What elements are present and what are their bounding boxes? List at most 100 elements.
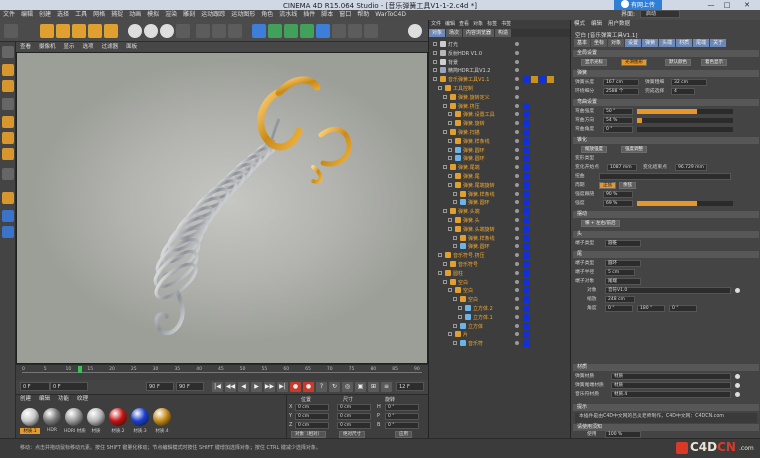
- object-name[interactable]: 音乐符号: [458, 261, 478, 268]
- transport-button[interactable]: ▣: [355, 382, 366, 392]
- expand-toggle-icon[interactable]: [448, 121, 452, 126]
- object-name[interactable]: 空白: [458, 279, 468, 286]
- material-tag-icon[interactable]: [523, 120, 530, 128]
- menu-item[interactable]: 帮助: [354, 10, 372, 20]
- timeline-ruler[interactable]: 0 5 10 15 20 25 30 35 40 45 50 55 60 65 70 75 80 85 90: [22, 367, 422, 373]
- section-global[interactable]: 全局设置: [573, 50, 759, 57]
- material-tag-icon[interactable]: [523, 217, 530, 224]
- visibility-dot-icon[interactable]: [515, 323, 519, 328]
- scale-tool-icon[interactable]: [72, 24, 86, 38]
- object-row[interactable]: 弹簧.头端: [429, 207, 571, 216]
- tweak-icon[interactable]: [2, 210, 14, 222]
- material-menu-item[interactable]: 创建: [16, 395, 35, 404]
- expand-toggle-icon[interactable]: [448, 288, 452, 293]
- material-tag-icon[interactable]: [523, 261, 530, 268]
- globe-icon[interactable]: [408, 24, 422, 38]
- visibility-dot-icon[interactable]: [515, 165, 519, 170]
- visibility-dot-icon[interactable]: [515, 50, 519, 55]
- render-view-icon[interactable]: [196, 24, 210, 38]
- menu-item[interactable]: 运动跟踪: [198, 10, 228, 20]
- snap-icon[interactable]: [2, 192, 14, 204]
- viewport-menu-item[interactable]: 过滤器: [98, 42, 123, 52]
- visibility-dot-icon[interactable]: [515, 253, 519, 258]
- object-row[interactable]: 圆柱: [429, 269, 571, 278]
- object-name[interactable]: 圆柱: [453, 270, 463, 277]
- taper-from-field[interactable]: 1087 mm: [607, 164, 637, 171]
- material-swatch[interactable]: 材质: [86, 408, 106, 434]
- size-mode-dropdown[interactable]: 绝对尺寸: [339, 431, 365, 438]
- end-frame-field-2[interactable]: 90 F: [176, 382, 204, 391]
- object-name[interactable]: 弹簧.圆环: [468, 199, 490, 206]
- viewport-menu-item[interactable]: 选项: [79, 42, 98, 52]
- visibility-dot-icon[interactable]: [515, 244, 519, 249]
- bend-strength-slider[interactable]: [637, 109, 733, 114]
- angle-b-field[interactable]: 0 °: [669, 305, 697, 312]
- menu-item[interactable]: 窗口: [336, 10, 354, 20]
- object-name[interactable]: 弹簧.设置工具: [463, 111, 495, 118]
- transport-button[interactable]: ◎: [342, 382, 353, 392]
- visibility-dot-icon[interactable]: [515, 209, 519, 214]
- material-tag-icon[interactable]: [523, 243, 530, 251]
- object-name[interactable]: 片: [463, 331, 468, 338]
- object-row[interactable]: 音乐符号.挤压: [429, 251, 571, 260]
- array-icon[interactable]: [300, 24, 314, 38]
- visibility-dot-icon[interactable]: [515, 288, 519, 293]
- object-name[interactable]: 弹簧.圆环: [463, 147, 485, 154]
- make-editable-icon[interactable]: [2, 46, 14, 58]
- visibility-dot-icon[interactable]: [515, 94, 519, 99]
- bend-direction-slider[interactable]: [637, 118, 733, 123]
- object-name[interactable]: 灯光: [448, 41, 458, 48]
- expand-toggle-icon[interactable]: [438, 270, 442, 275]
- position-field[interactable]: 0 cm: [295, 422, 329, 429]
- visibility-dot-icon[interactable]: [515, 59, 519, 64]
- x-axis-icon[interactable]: [128, 24, 142, 38]
- spring-length-field[interactable]: 167 cm: [603, 79, 639, 86]
- expand-toggle-icon[interactable]: [448, 332, 452, 337]
- menu-item[interactable]: 雕刻: [180, 10, 198, 20]
- expand-toggle-icon[interactable]: [448, 218, 452, 222]
- section-wobble[interactable]: 摆动: [573, 211, 759, 218]
- expand-toggle-icon[interactable]: [453, 191, 457, 196]
- move-tool-icon[interactable]: [56, 24, 70, 38]
- expand-toggle-icon[interactable]: [448, 147, 452, 152]
- object-name[interactable]: 反射HDR V1.0: [448, 50, 482, 57]
- visibility-dot-icon[interactable]: [515, 77, 519, 82]
- material-link-field[interactable]: 材质: [611, 382, 731, 389]
- transport-button[interactable]: ▶▶: [264, 382, 275, 392]
- object-name[interactable]: 空白: [463, 287, 473, 294]
- material-tag-icon[interactable]: [523, 322, 530, 330]
- expand-toggle-icon[interactable]: [443, 279, 447, 284]
- spline-pen-icon[interactable]: [268, 24, 282, 38]
- layout-dropdown[interactable]: 启动: [639, 10, 680, 18]
- menu-item[interactable]: 模拟: [144, 10, 162, 20]
- bend-angle-field[interactable]: 0 °: [603, 126, 633, 133]
- layout-selector[interactable]: 界面: 启动: [618, 10, 680, 20]
- object-tab[interactable]: 构造: [495, 29, 512, 37]
- object-row[interactable]: 弹簧.设置工具: [429, 110, 571, 119]
- expand-toggle-icon[interactable]: [443, 103, 447, 108]
- menu-item[interactable]: 角色: [258, 10, 276, 20]
- transport-button[interactable]: ◀◀: [225, 382, 236, 392]
- points-mode-icon[interactable]: [2, 116, 14, 128]
- material-tag-icon[interactable]: [523, 111, 530, 119]
- rotation-field[interactable]: 0 °: [385, 422, 419, 429]
- object-row[interactable]: 立方体.2: [429, 304, 571, 313]
- object-name[interactable]: 音乐符号.挤压: [453, 252, 485, 259]
- object-tab[interactable]: 对象: [429, 29, 446, 37]
- expand-toggle-icon[interactable]: [433, 68, 437, 73]
- material-tag-icon[interactable]: [523, 208, 530, 216]
- link-picker-icon[interactable]: [735, 288, 740, 293]
- material-tag-icon[interactable]: [523, 173, 530, 180]
- visibility-dot-icon[interactable]: [515, 226, 519, 231]
- undo-icon[interactable]: [4, 24, 18, 38]
- section-usage[interactable]: 请使用须知: [573, 424, 759, 431]
- visibility-dot-icon[interactable]: [515, 147, 519, 152]
- object-name[interactable]: 弹簧.圆环: [463, 155, 485, 162]
- material-link-field[interactable]: 材质: [611, 373, 731, 380]
- deformer-icon[interactable]: [316, 24, 330, 38]
- z-axis-icon[interactable]: [160, 24, 174, 38]
- coordinate-system-icon[interactable]: [176, 24, 190, 38]
- position-field[interactable]: 0 cm: [295, 404, 329, 411]
- object-name[interactable]: 弹簧.样条线: [468, 191, 495, 198]
- object-row[interactable]: 弹簧.样条线: [429, 137, 571, 146]
